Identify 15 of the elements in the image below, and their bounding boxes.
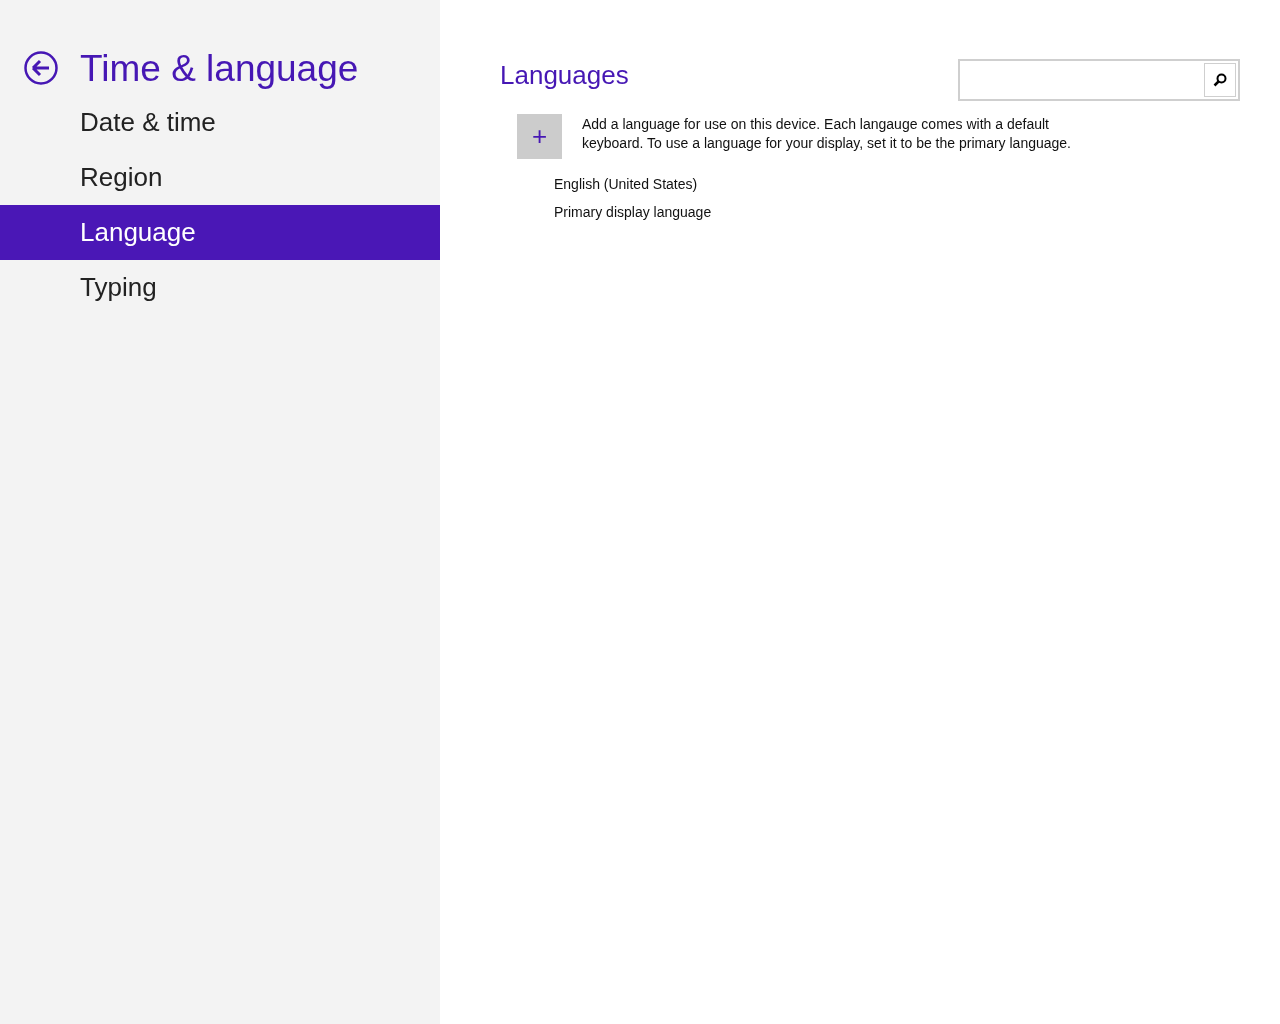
add-language-button[interactable]: +: [517, 114, 562, 159]
language-status: Primary display language: [554, 203, 713, 222]
page-title: Time & language: [80, 49, 359, 87]
search-icon: [1213, 73, 1227, 87]
language-item[interactable]: English (United States) Primary display language: [554, 174, 854, 223]
search-field[interactable]: [958, 59, 1240, 101]
search-button[interactable]: [1204, 63, 1236, 97]
nav-item[interactable]: Region: [0, 150, 440, 205]
section-heading: Languages: [500, 59, 629, 92]
language-name: English (United States): [554, 175, 699, 194]
nav-item[interactable]: Language: [0, 205, 440, 260]
back-icon[interactable]: [24, 51, 58, 85]
nav-item[interactable]: Typing: [0, 260, 440, 315]
add-language-description: Add a language for use on this device. Each langauge comes with a default keyboard. To use a language for your display, set it to be the primary language.: [582, 115, 1072, 153]
nav-item[interactable]: Date & time: [0, 95, 440, 150]
